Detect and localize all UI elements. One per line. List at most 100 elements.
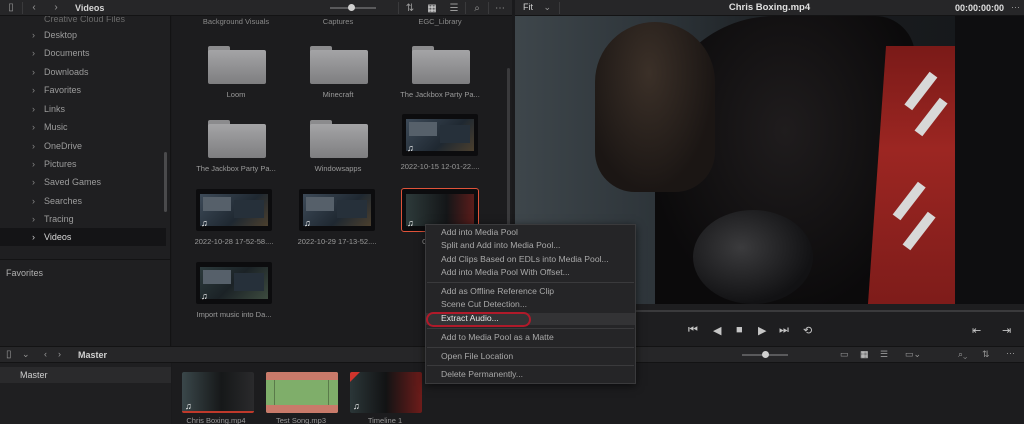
audio-note-icon: ♫ (407, 143, 414, 153)
list-view-icon[interactable]: ☰ (443, 0, 465, 16)
sidebar-item-pictures[interactable]: › Pictures (0, 155, 166, 173)
search-icon[interactable]: ⌕ (466, 0, 488, 16)
sidebar-item-label: Saved Games (44, 177, 102, 187)
panel-toggle-icon[interactable]: ▯ (0, 0, 22, 16)
media-pool-clip-test-song[interactable] (266, 372, 338, 413)
sidebar-item-searches[interactable]: › Searches (0, 192, 166, 210)
grid-view-icon[interactable]: ▦ (860, 349, 869, 360)
video-item-2022-10-15[interactable]: ♫ 2022-10-15 12-01-22.... (378, 114, 479, 186)
menu-item-extract-audio[interactable]: Extract Audio... (426, 313, 635, 325)
thumbnail-size-slider[interactable] (330, 4, 376, 11)
scrub-bar[interactable] (635, 310, 1024, 312)
clip-filter-icon[interactable]: ▭⌄ (905, 349, 921, 360)
back-arrow-icon[interactable]: ‹ (44, 349, 47, 359)
chevron-right-icon: › (32, 196, 35, 206)
sidebar-item-links[interactable]: › Links (0, 100, 166, 118)
folder-caption: Loom (226, 90, 246, 99)
menu-item-split-and-add[interactable]: Split and Add into Media Pool... (426, 240, 635, 252)
chevron-right-icon: › (32, 48, 35, 58)
audio-note-icon: ♫ (201, 218, 208, 228)
back-arrow-icon[interactable]: ‹ (23, 0, 45, 16)
list-view-icon[interactable]: ☰ (880, 349, 888, 360)
sort-icon[interactable]: ⇅ (982, 349, 990, 360)
play-reverse-icon[interactable]: ◀ (713, 324, 721, 337)
menu-item-add-clips-edls[interactable]: Add Clips Based on EDLs into Media Pool.… (426, 254, 635, 266)
search-icon[interactable]: ⌕⌄ (958, 349, 967, 360)
sort-icon[interactable]: ⇅ (399, 0, 421, 16)
menu-item-delete-permanently[interactable]: Delete Permanently... (426, 369, 635, 381)
more-options-icon[interactable]: ⋯ (1006, 348, 1015, 359)
menu-item-offline-reference[interactable]: Add as Offline Reference Clip (426, 286, 635, 298)
sidebar-item-saved-games[interactable]: › Saved Games (0, 173, 166, 191)
folder-item-minecraft[interactable]: Minecraft (288, 42, 380, 114)
forward-arrow-icon[interactable]: › (58, 349, 61, 359)
folder-item-windowsapps[interactable]: Windowsapps (288, 116, 380, 188)
menu-item-label: Open File Location (441, 351, 514, 361)
pool-thumbnail-slider[interactable] (742, 351, 788, 358)
chevron-right-icon: › (32, 104, 35, 114)
stop-icon[interactable]: ■ (736, 324, 743, 336)
more-options-icon[interactable]: ⋯ (1011, 2, 1020, 13)
media-browser-toolbar: ▯ ‹ › Videos ⇅ ▦ ☰ ⌕ ⋯ (0, 0, 512, 16)
jump-to-start-icon[interactable]: ⏮ (688, 324, 698, 337)
folder-caption: Captures (322, 17, 354, 26)
menu-item-label: Split and Add into Media Pool... (441, 240, 561, 250)
menu-item-label: Scene Cut Detection... (441, 299, 527, 309)
folder-item-loom[interactable]: Loom (186, 42, 278, 114)
media-pool-clip-chris-boxing[interactable]: ♫ (182, 372, 254, 413)
video-item-2022-10-28[interactable]: ♫ 2022-10-28 17-52-58.... (172, 189, 273, 261)
mark-in-icon[interactable]: ⇤ (972, 324, 981, 337)
folder-caption: The Jackbox Party Pa... (196, 164, 276, 173)
media-pool-clip-caption: Timeline 1 (367, 416, 403, 424)
sidebar-item-label: Pictures (44, 159, 77, 169)
bin-item-master[interactable]: Master (0, 367, 171, 383)
slider-knob[interactable] (762, 351, 769, 358)
play-icon[interactable]: ▶ (758, 324, 766, 337)
sidebar-item-tracing[interactable]: › Tracing (0, 210, 166, 228)
media-pool-clip-timeline-1[interactable]: ♫ (350, 372, 422, 413)
mark-out-icon[interactable]: ⇥ (1002, 324, 1011, 337)
video-item-2022-10-29[interactable]: ♫ 2022-10-29 17-13-52.... (275, 189, 376, 261)
more-options-icon[interactable]: ⋯ (489, 0, 511, 16)
video-caption: 2022-10-28 17-52-58.... (194, 237, 274, 246)
sidebar-scrollbar[interactable] (164, 152, 167, 212)
video-thumbnail: ♫ (196, 262, 272, 304)
timecode-display: 00:00:00:00 (954, 2, 1004, 13)
sidebar-item-label: Music (44, 122, 68, 132)
menu-item-add-with-offset[interactable]: Add into Media Pool With Offset... (426, 267, 635, 279)
sidebar-divider (0, 259, 170, 260)
metadata-view-icon[interactable]: ▭ (840, 349, 849, 360)
sidebar-item-videos[interactable]: › Videos (0, 228, 166, 246)
menu-item-label: Add into Media Pool With Offset... (441, 267, 570, 277)
menu-item-open-file-location[interactable]: Open File Location (426, 351, 635, 363)
media-pool-bin-title: Master (78, 350, 108, 360)
menu-item-add-as-matte[interactable]: Add to Media Pool as a Matte (426, 332, 635, 344)
sidebar-item-desktop[interactable]: › Desktop (0, 26, 166, 44)
sidebar-item-label: Downloads (44, 67, 89, 77)
loop-icon[interactable]: ⟲ (803, 324, 812, 337)
folder-caption: EGC_Library (418, 17, 462, 26)
jump-to-end-icon[interactable]: ⏭ (779, 324, 789, 337)
sidebar-item-downloads[interactable]: › Downloads (0, 63, 166, 81)
chevron-right-icon: › (32, 30, 35, 40)
viewer-boxing-glove (693, 210, 813, 304)
slider-knob[interactable] (348, 4, 355, 11)
video-caption: 2022-10-29 17-13-52.... (297, 237, 377, 246)
forward-arrow-icon[interactable]: › (45, 0, 67, 16)
sidebar-item-onedrive[interactable]: › OneDrive (0, 137, 166, 155)
sidebar-item-favorites[interactable]: › Favorites (0, 81, 166, 99)
media-pool-clip-caption: Test Song.mp3 (275, 416, 327, 424)
sidebar-item-music[interactable]: › Music (0, 118, 166, 136)
menu-item-scene-cut-detection[interactable]: Scene Cut Detection... (426, 299, 635, 311)
sidebar-item-documents[interactable]: › Documents (0, 44, 166, 62)
menu-item-add-into-media-pool[interactable]: Add into Media Pool (426, 227, 635, 239)
grid-view-icon[interactable]: ▦ (421, 0, 443, 16)
chevron-down-icon[interactable]: ⌄ (22, 349, 30, 360)
video-thumbnail: ♫ (196, 189, 272, 231)
video-item-import-music[interactable]: ♫ Import music into Da... (172, 262, 272, 334)
folder-item-jackbox-2[interactable]: The Jackbox Party Pa... (186, 116, 278, 188)
folder-caption: Windowsapps (314, 164, 362, 173)
folder-item-jackbox-1[interactable]: The Jackbox Party Pa... (390, 42, 482, 114)
panel-toggle-icon[interactable]: ▯ (6, 349, 12, 360)
bin-list: Master (0, 363, 171, 424)
